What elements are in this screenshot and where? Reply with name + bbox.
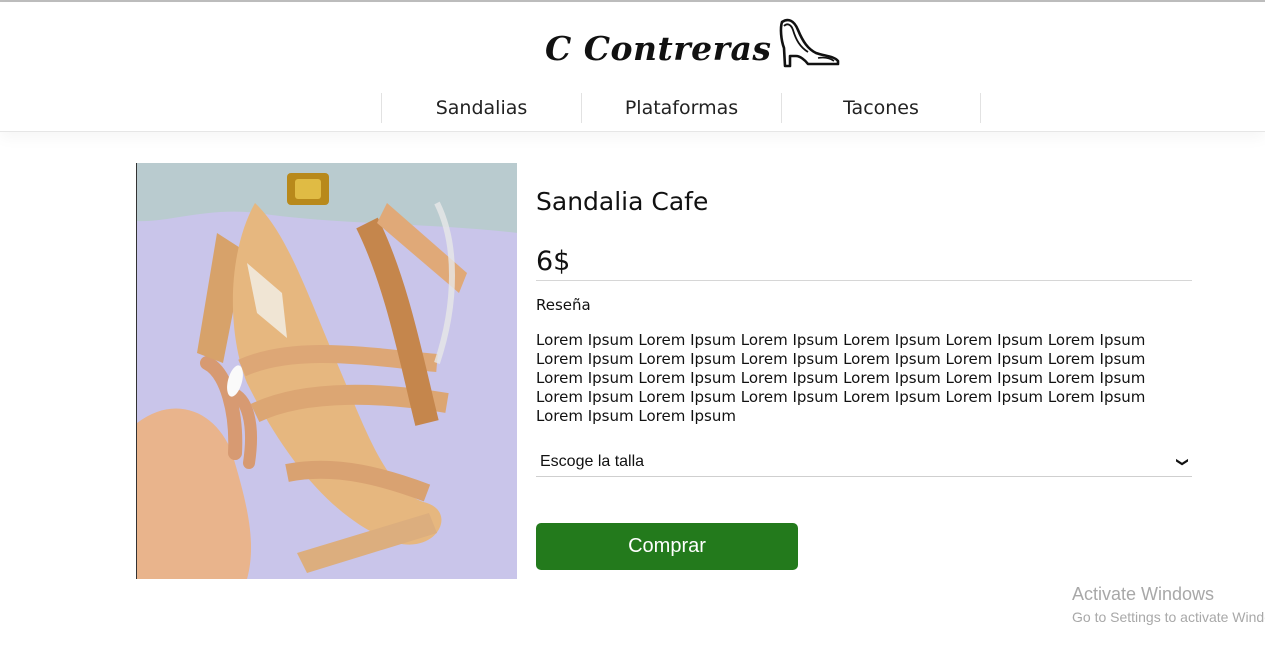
review-label: Reseña bbox=[536, 296, 591, 314]
chevron-down-icon: ❯ bbox=[1175, 456, 1190, 467]
nav-item-tacones[interactable]: Tacones bbox=[781, 93, 981, 123]
windows-activation-watermark: Activate Windows Go to Settings to activ… bbox=[1072, 584, 1265, 625]
site-header: C Contreras Sandalias Plataformas Tacone… bbox=[0, 3, 1265, 132]
product-title: Sandalia Cafe bbox=[536, 187, 709, 216]
high-heel-shoe-icon bbox=[779, 18, 840, 68]
product-price: 6$ bbox=[536, 246, 571, 277]
nav-item-plataformas[interactable]: Plataformas bbox=[581, 93, 781, 123]
size-select-value: Escoge la talla bbox=[540, 452, 645, 470]
sandal-photo bbox=[137, 163, 517, 579]
product-image[interactable]: › bbox=[136, 163, 517, 579]
price-divider bbox=[536, 280, 1192, 281]
brand-name[interactable]: C Contreras bbox=[545, 29, 772, 68]
size-select[interactable]: Escoge la talla ❯ bbox=[536, 447, 1192, 477]
buy-button[interactable]: Comprar bbox=[536, 523, 798, 570]
watermark-title: Activate Windows bbox=[1072, 584, 1215, 604]
review-text: Lorem Ipsum Lorem Ipsum Lorem Ipsum Lore… bbox=[536, 331, 1146, 425]
nav-item-sandalias[interactable]: Sandalias bbox=[381, 93, 581, 123]
main-nav: Sandalias Plataformas Tacones bbox=[381, 93, 981, 123]
watermark-subtitle: Go to Settings to activate Windows. bbox=[1072, 609, 1265, 625]
